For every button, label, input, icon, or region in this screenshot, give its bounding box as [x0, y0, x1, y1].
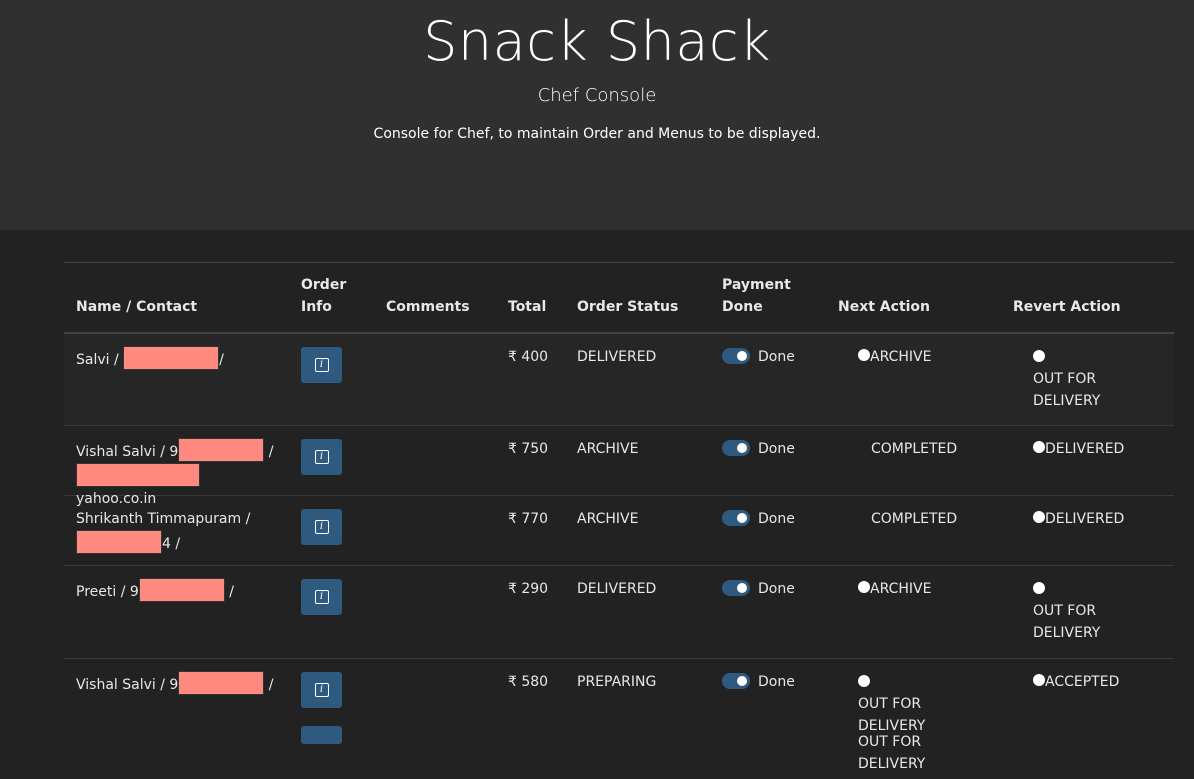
order-status: ARCHIVE [577, 441, 639, 457]
comments [374, 566, 496, 658]
payment-toggle[interactable]: Done [710, 426, 826, 495]
name-contact: Vishal Salvi / 9 /syahoo.co.in [64, 426, 289, 507]
name-contact: Shrikanth Timmapuram /94 / [76, 511, 251, 554]
next-action-overflow: OUT FOR DELIVERY [858, 734, 926, 772]
col-revert-action: Revert Action [1013, 299, 1121, 315]
name-contact: Preeti / 9 / [64, 566, 289, 658]
info-icon: i [314, 520, 329, 534]
radio[interactable] [1033, 582, 1045, 594]
col-comments: Comments [386, 299, 470, 315]
info-icon: i [314, 683, 329, 697]
order-status: DELIVERED [577, 349, 657, 365]
total: ₹ 400 [508, 349, 549, 365]
order-status: PREPARING [577, 674, 657, 690]
app-subtitle: Chef Console [537, 85, 657, 106]
order-info-button[interactable]: i [301, 672, 342, 708]
col-name: Name / Contact [76, 299, 198, 315]
comments [374, 659, 496, 779]
next-action-radio[interactable]: OUT FOR DELIVERY OUT FOR DELIVERY [826, 659, 966, 779]
col-payment: Payment Done [722, 277, 791, 315]
col-total: Total [508, 299, 547, 315]
name-contact: Salvi / / [64, 334, 289, 425]
next-action: COMPLETED [871, 511, 958, 527]
next-action-radio[interactable]: ARCHIVE [826, 334, 1001, 425]
redaction [76, 463, 200, 487]
orders-table: Name / Contact Order Info Comments Total … [64, 262, 1174, 779]
comments [374, 334, 496, 425]
table-row: Vishal Salvi / 9 /syahoo.co.in i ₹ 750 A… [64, 426, 1174, 507]
order-info-button[interactable]: i [301, 509, 342, 545]
redaction [123, 346, 220, 370]
info-icon: i [314, 358, 329, 372]
order-info-button[interactable]: i [301, 347, 342, 383]
table-row: Salvi / / i ₹ 400 DELIVERED Done ARCHIVE… [64, 334, 1174, 426]
revert-action-radio[interactable]: ACCEPTED [1001, 659, 1174, 779]
comments [374, 496, 496, 565]
page-header: Snack Shack Chef Console Console for Che… [0, 0, 1194, 230]
total: ₹ 290 [508, 581, 549, 597]
order-status: ARCHIVE [577, 511, 639, 527]
next-action: COMPLETED [871, 441, 958, 457]
app-description: Console for Chef, to maintain Order and … [373, 126, 821, 142]
revert-action-radio[interactable]: DELIVERED [1001, 426, 1174, 495]
order-status: DELIVERED [577, 581, 657, 597]
order-info-button-overflow[interactable] [301, 726, 342, 744]
table-header: Name / Contact Order Info Comments Total … [64, 263, 1174, 334]
toggle-switch[interactable] [722, 510, 750, 526]
table-row: Preeti / 9 / i ₹ 290 DELIVERED Done ARCH… [64, 566, 1174, 659]
table-row: Shrikanth Timmapuram /94 / i ₹ 770 ARCHI… [64, 496, 1174, 566]
revert-action-radio[interactable]: OUT FOR DELIVERY [1001, 566, 1141, 658]
radio[interactable] [1033, 674, 1045, 686]
name-contact: Vishal Salvi / 9 / [64, 659, 289, 779]
col-status: Order Status [577, 299, 679, 315]
payment-toggle[interactable]: Done [710, 496, 826, 565]
redaction [76, 530, 162, 554]
col-next-action: Next Action [838, 299, 931, 315]
redaction [178, 671, 265, 695]
info-icon: i [314, 450, 329, 464]
radio[interactable] [1033, 441, 1045, 453]
order-info-button[interactable]: i [301, 439, 342, 475]
total: ₹ 580 [508, 674, 549, 690]
radio[interactable] [858, 581, 870, 593]
payment-toggle[interactable]: Done [710, 566, 826, 658]
radio[interactable] [1033, 511, 1045, 523]
redaction [178, 438, 265, 462]
col-order-info: Order Info [301, 277, 347, 315]
order-info-button[interactable]: i [301, 579, 342, 615]
toggle-switch[interactable] [722, 580, 750, 596]
toggle-switch[interactable] [722, 348, 750, 364]
toggle-switch[interactable] [722, 440, 750, 456]
table-row: Vishal Salvi / 9 / i ₹ 580 PREPARING Don… [64, 659, 1174, 779]
revert-action-radio[interactable]: DELIVERED [1001, 496, 1174, 565]
redaction [138, 578, 225, 602]
next-action-radio[interactable]: ARCHIVE [826, 566, 1001, 658]
revert-action-radio[interactable]: OUT FOR DELIVERY [1001, 334, 1141, 425]
app-title: Snack Shack [423, 10, 771, 73]
radio[interactable] [858, 349, 870, 361]
radio[interactable] [858, 675, 870, 687]
payment-toggle[interactable]: Done [710, 334, 826, 425]
toggle-switch[interactable] [722, 673, 750, 689]
total: ₹ 770 [508, 511, 549, 527]
payment-toggle[interactable]: Done [710, 659, 826, 779]
info-icon: i [314, 590, 329, 604]
radio[interactable] [1033, 350, 1045, 362]
comments [374, 426, 496, 495]
total: ₹ 750 [508, 441, 549, 457]
